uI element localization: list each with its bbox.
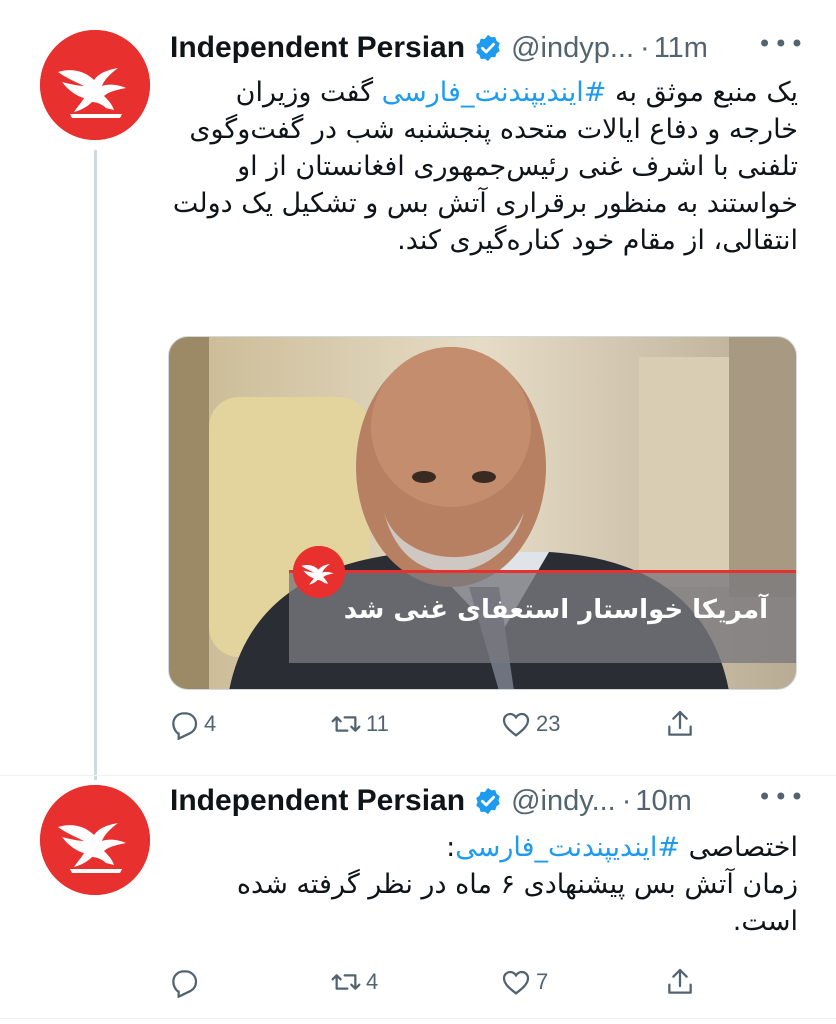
tweet-header: Independent Persian @indyp... · 11m •••	[170, 28, 806, 68]
like-button[interactable]: 7	[500, 962, 548, 1002]
tweet-header: Independent Persian @indy... · 10m •••	[170, 781, 806, 821]
tweet-text: یک منبع موثق به #ایندیپندنت_فارسی گفت وز…	[170, 74, 798, 259]
tweet-divider	[0, 1018, 836, 1019]
reply-icon	[172, 712, 198, 740]
retweet-icon	[331, 974, 361, 990]
tweet-text-prefix: یک منبع موثق به	[606, 77, 798, 108]
tweet-text-rest: زمان آتش بس پیشنهادی ۶ ماه در نظر گرفته …	[236, 869, 798, 937]
share-button[interactable]	[664, 704, 696, 744]
retweet-button[interactable]: 4	[330, 962, 378, 1002]
tweet-text-line-1: اختصاصی #ایندیپندنت_فارسی:	[170, 829, 798, 866]
avatar[interactable]	[40, 785, 150, 895]
reply-button[interactable]	[168, 962, 204, 1002]
verified-badge-icon	[473, 33, 503, 63]
tweet-actions: 4 7	[168, 962, 708, 1002]
author-name[interactable]: Independent Persian	[170, 31, 465, 65]
retweet-count: 11	[366, 711, 389, 736]
tweet-actions: 4 11 23	[168, 704, 708, 744]
reply-icon	[172, 970, 198, 998]
media-caption-bar: آمریکا خواستار استعفای غنی شد	[289, 573, 796, 663]
heart-icon	[502, 970, 530, 995]
hashtag-link[interactable]: #ایندیپندنت_فارسی	[382, 77, 607, 108]
eagle-logo-icon	[293, 546, 345, 598]
share-icon	[668, 968, 692, 994]
more-icon[interactable]: •••	[758, 785, 806, 809]
retweet-icon	[331, 716, 361, 732]
more-icon[interactable]: •••	[758, 32, 806, 56]
tweet[interactable]: Independent Persian @indy... · 10m ••• ا…	[0, 775, 836, 1024]
tweet-media-image[interactable]: آمریکا خواستار استعفای غنی شد	[168, 336, 797, 690]
tweet-text-prefix: اختصاصی	[680, 832, 798, 863]
like-count: 7	[536, 969, 549, 994]
tweet-timestamp[interactable]: 11m	[654, 32, 708, 65]
separator-dot: ·	[640, 31, 650, 64]
tweet-text-suffix: :	[446, 832, 456, 863]
avatar[interactable]	[40, 30, 150, 140]
reply-count: 4	[204, 711, 217, 736]
hashtag-link[interactable]: #ایندیپندنت_فارسی	[455, 832, 680, 863]
verified-badge-icon	[473, 786, 503, 816]
tweet-text: اختصاصی #ایندیپندنت_فارسی: زمان آتش بس پی…	[170, 829, 798, 940]
share-button[interactable]	[664, 962, 696, 1002]
retweet-count: 4	[366, 969, 379, 994]
media-caption: آمریکا خواستار استعفای غنی شد	[343, 595, 768, 625]
reply-button[interactable]: 4	[168, 704, 216, 744]
eagle-logo-icon	[40, 30, 150, 140]
like-count: 23	[536, 711, 561, 736]
author-handle[interactable]: @indy...	[511, 785, 616, 818]
like-button[interactable]: 23	[500, 704, 560, 744]
eagle-logo-icon	[40, 785, 150, 895]
author-handle[interactable]: @indyp...	[511, 32, 634, 65]
tweet-timestamp[interactable]: 10m	[635, 785, 691, 818]
author-name[interactable]: Independent Persian	[170, 784, 465, 818]
heart-icon	[502, 712, 530, 737]
retweet-button[interactable]: 11	[330, 704, 389, 744]
caption-accent-line	[289, 570, 796, 573]
tweet[interactable]: Independent Persian @indyp... · 11m ••• …	[0, 0, 836, 775]
separator-dot: ·	[621, 784, 632, 817]
share-icon	[668, 710, 692, 736]
